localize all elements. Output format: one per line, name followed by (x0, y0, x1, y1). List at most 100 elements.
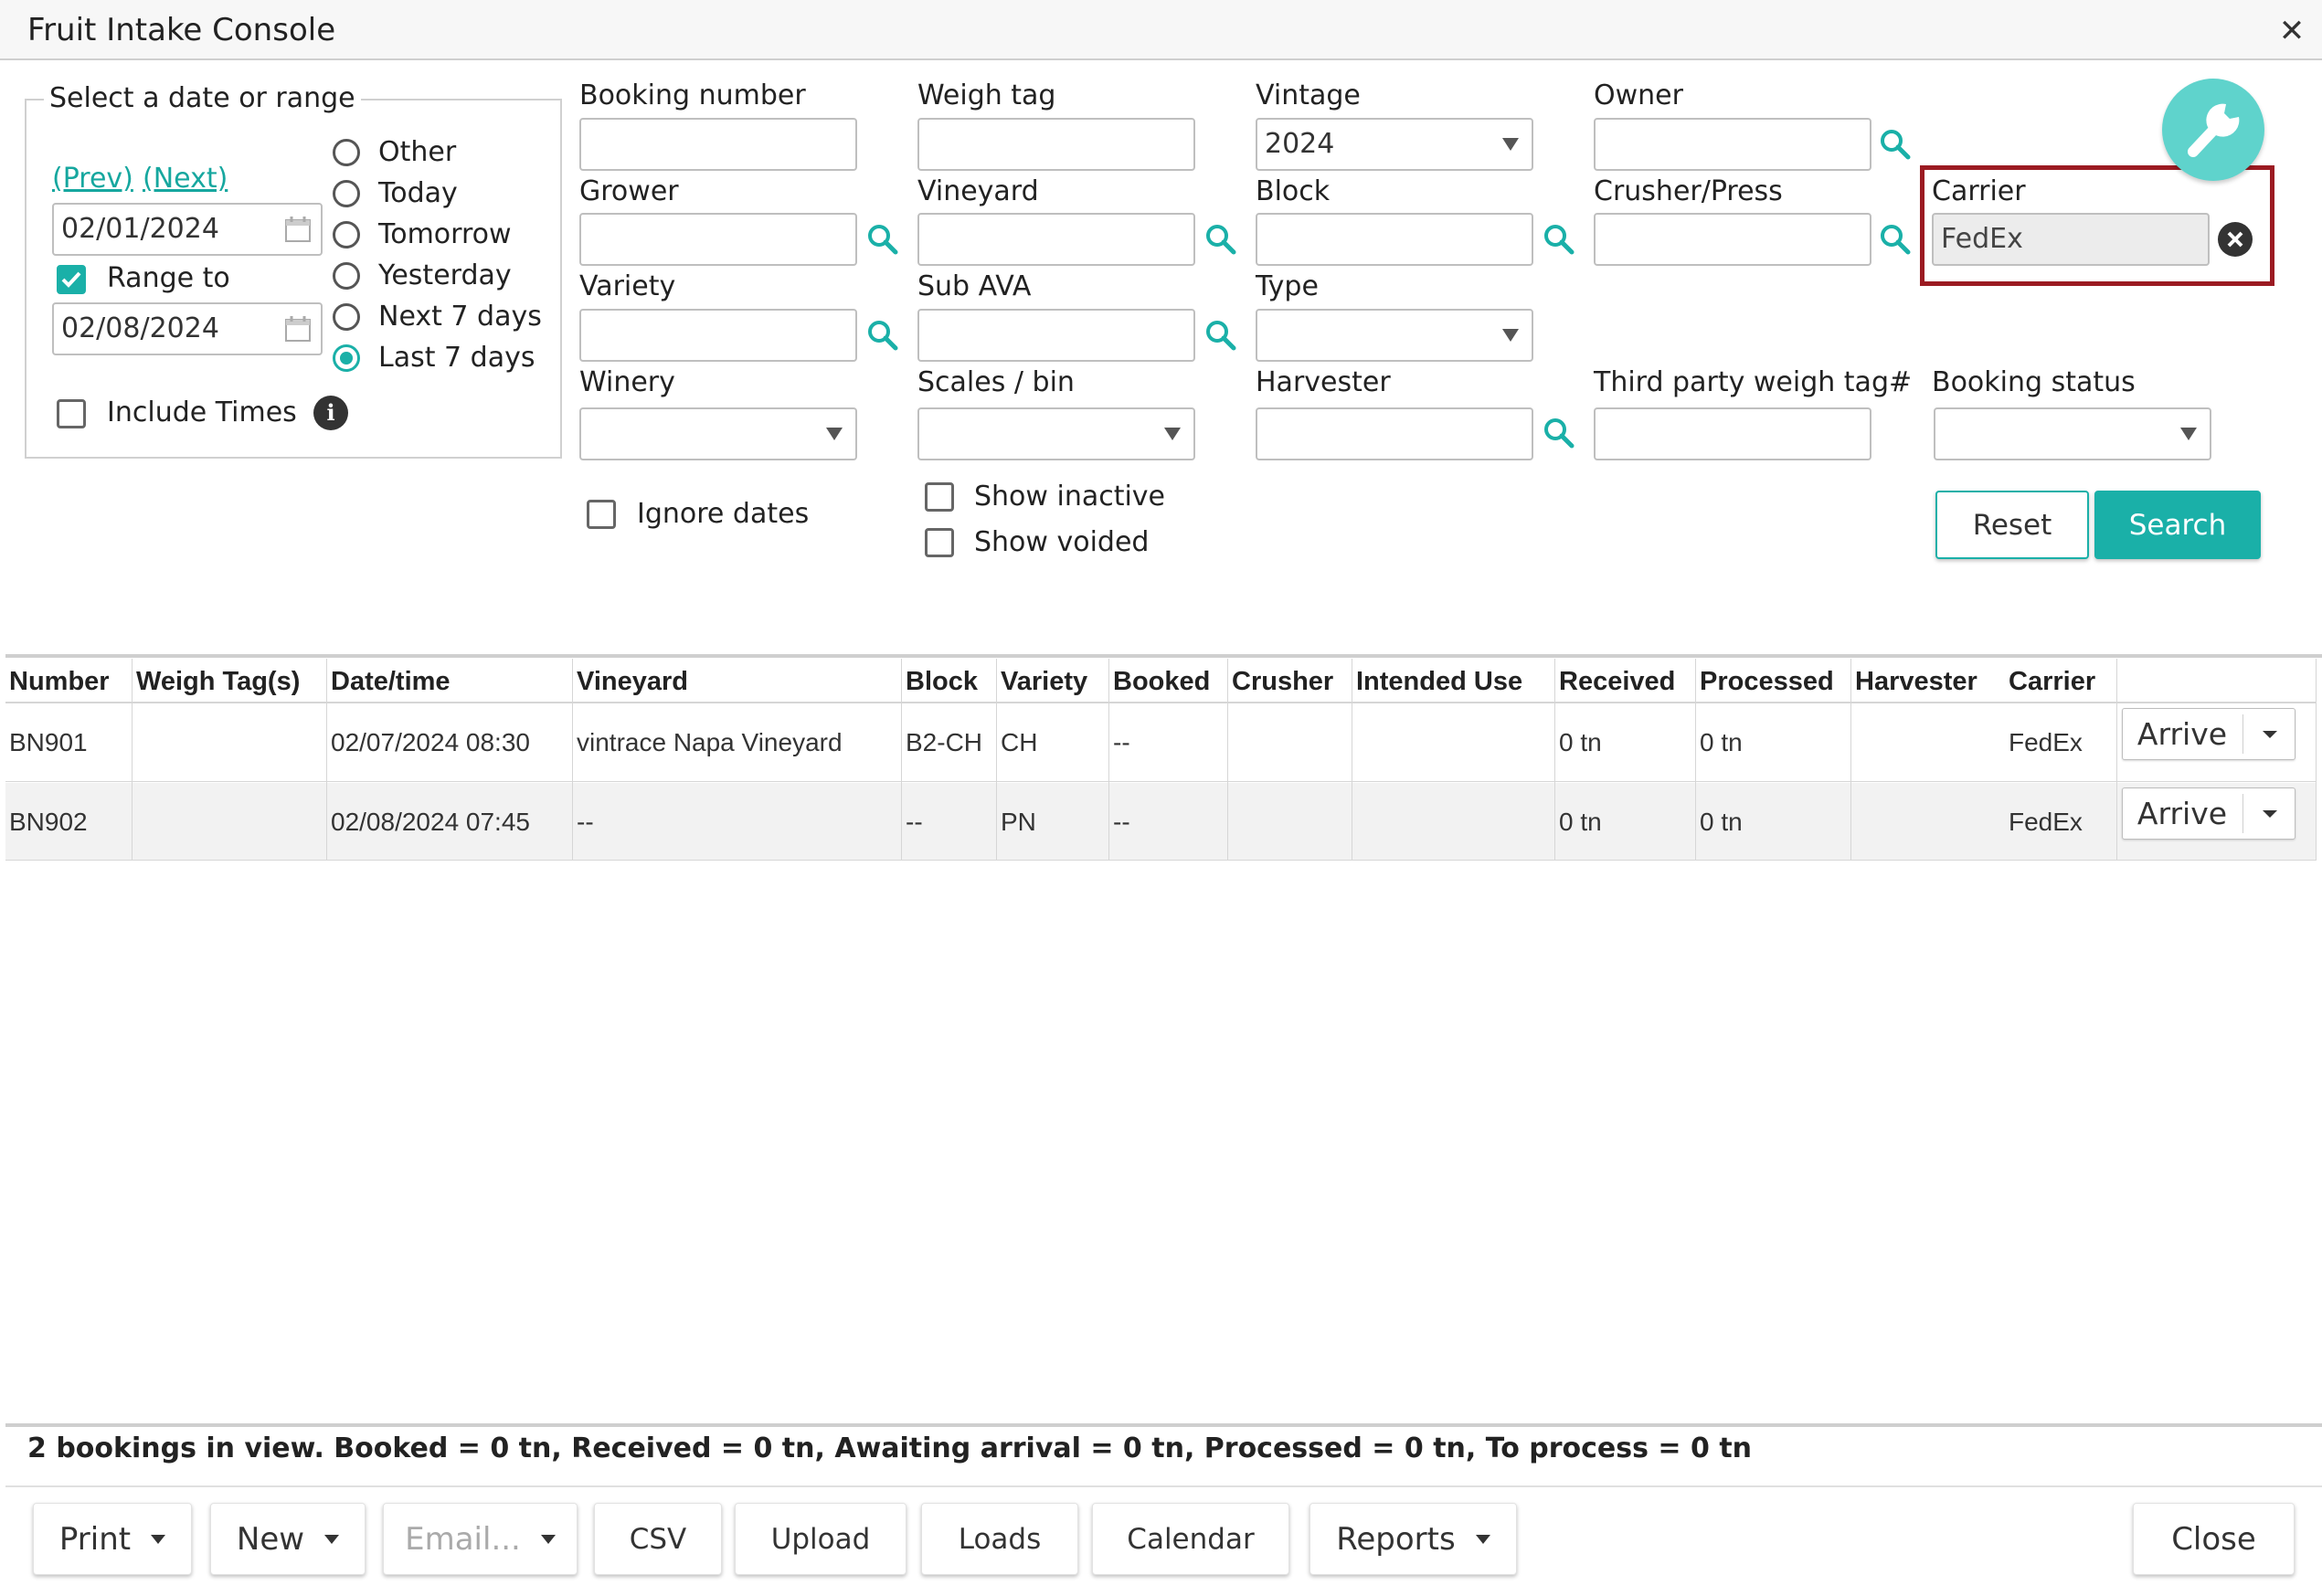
checkmark-icon (61, 271, 81, 288)
scales-bin-label: Scales / bin (917, 366, 1075, 398)
arrive-split-button: Arrive (2122, 708, 2295, 760)
cell-received: 0 tn (1559, 728, 1602, 756)
upload-button[interactable]: Upload (735, 1503, 907, 1575)
to-date-input[interactable]: 02/08/2024 (52, 302, 323, 355)
search-icon[interactable] (1204, 319, 1237, 352)
calendar-icon[interactable] (284, 315, 312, 343)
vintage-select[interactable]: 2024 (1256, 118, 1533, 171)
window-title: Fruit Intake Console (27, 12, 336, 48)
date-range-legend: Select a date or range (44, 82, 361, 115)
variety-input[interactable] (579, 309, 857, 362)
from-date-input[interactable]: 02/01/2024 (52, 203, 323, 256)
ignore-dates-checkbox[interactable] (587, 500, 616, 529)
close-window-icon[interactable]: ✕ (2274, 13, 2310, 49)
search-icon[interactable] (866, 223, 899, 256)
vineyard-label: Vineyard (917, 175, 1039, 207)
scales-bin-select[interactable] (917, 407, 1195, 460)
show-voided-checkbox[interactable] (925, 528, 954, 557)
cell-vineyard: vintrace Napa Vineyard (577, 728, 843, 756)
radio-other[interactable] (333, 139, 360, 166)
radio-tomorrow-label: Tomorrow (378, 218, 512, 250)
arrive-button[interactable]: Arrive (2123, 788, 2242, 839)
block-input[interactable] (1256, 213, 1533, 266)
info-icon[interactable]: i (313, 396, 348, 430)
csv-button[interactable]: CSV (594, 1503, 722, 1575)
col-processed[interactable]: Processed (1700, 665, 1834, 698)
calendar-icon[interactable] (284, 216, 312, 243)
grower-input[interactable] (579, 213, 857, 266)
wrench-icon (2188, 103, 2240, 157)
radio-today-label: Today (378, 177, 458, 209)
col-weigh-tags[interactable]: Weigh Tag(s) (136, 665, 300, 698)
booking-status-select[interactable] (1934, 407, 2211, 460)
vineyard-input[interactable] (917, 213, 1195, 266)
include-times-checkbox[interactable] (57, 399, 86, 428)
search-icon[interactable] (1543, 223, 1575, 256)
search-icon[interactable] (1879, 223, 1912, 256)
search-icon[interactable] (1543, 417, 1575, 449)
show-inactive-checkbox[interactable] (925, 482, 954, 512)
cell-booked: -- (1113, 728, 1130, 756)
type-select[interactable] (1256, 309, 1533, 362)
footer-divider (5, 1485, 2322, 1487)
booking-number-input[interactable] (579, 118, 857, 171)
col-vineyard[interactable]: Vineyard (577, 665, 688, 698)
tools-button[interactable] (2162, 79, 2264, 181)
carrier-input[interactable]: FedEx (1932, 213, 2210, 266)
arrive-split-button: Arrive (2122, 787, 2295, 840)
new-button[interactable]: New (210, 1503, 366, 1575)
harvester-input[interactable] (1256, 407, 1533, 460)
winery-select[interactable] (579, 407, 857, 460)
col-variety[interactable]: Variety (1001, 665, 1087, 698)
col-number[interactable]: Number (9, 665, 110, 698)
crusher-press-input[interactable] (1594, 213, 1871, 266)
radio-tomorrow[interactable] (333, 221, 360, 248)
search-icon[interactable] (1879, 128, 1912, 161)
next-link[interactable]: (Next) (143, 163, 228, 196)
cell-vineyard: -- (577, 808, 594, 836)
radio-today[interactable] (333, 180, 360, 207)
col-booked[interactable]: Booked (1113, 665, 1210, 698)
loads-button[interactable]: Loads (921, 1503, 1078, 1575)
chevron-down-icon (2263, 731, 2277, 738)
show-inactive-label: Show inactive (974, 481, 1166, 513)
col-carrier[interactable]: Carrier (2009, 665, 2095, 698)
cell-number: BN902 (9, 808, 88, 836)
search-icon[interactable] (866, 319, 899, 352)
email-button[interactable]: Email... (383, 1503, 578, 1575)
reset-button[interactable]: Reset (1935, 491, 2089, 559)
arrive-menu-toggle[interactable] (2242, 794, 2295, 833)
col-harvester[interactable]: Harvester (1855, 665, 1977, 698)
close-button[interactable]: Close (2133, 1503, 2295, 1575)
col-block[interactable]: Block (906, 665, 978, 698)
range-to-checkbox[interactable] (57, 265, 86, 294)
vintage-label: Vintage (1256, 79, 1361, 111)
search-button[interactable]: Search (2094, 491, 2261, 559)
search-icon[interactable] (1204, 223, 1237, 256)
radio-next-7-days[interactable] (333, 303, 360, 331)
sub-ava-input[interactable] (917, 309, 1195, 362)
clear-carrier-icon[interactable] (2217, 221, 2253, 258)
calendar-button[interactable]: Calendar (1092, 1503, 1289, 1575)
col-intended-use[interactable]: Intended Use (1356, 665, 1522, 698)
col-datetime[interactable]: Date/time (331, 665, 451, 698)
col-received[interactable]: Received (1559, 665, 1675, 698)
column-divider (901, 659, 902, 861)
cell-variety: PN (1001, 808, 1036, 836)
prev-link[interactable]: (Prev) (52, 163, 133, 196)
crusher-press-label: Crusher/Press (1594, 175, 1783, 207)
arrive-menu-toggle[interactable] (2242, 714, 2295, 754)
print-button[interactable]: Print (33, 1503, 192, 1575)
radio-yesterday[interactable] (333, 262, 360, 290)
owner-input[interactable] (1594, 118, 1871, 171)
radio-last-7-days[interactable] (333, 344, 360, 372)
chevron-down-icon (540, 1534, 556, 1544)
third-party-input[interactable] (1594, 407, 1871, 460)
email-button-label: Email... (405, 1520, 521, 1558)
col-crusher[interactable]: Crusher (1232, 665, 1333, 698)
arrive-button[interactable]: Arrive (2123, 709, 2242, 759)
range-to-label: Range to (107, 262, 230, 294)
weigh-tag-input[interactable] (917, 118, 1195, 171)
column-divider (572, 659, 573, 861)
reports-button[interactable]: Reports (1309, 1503, 1517, 1575)
